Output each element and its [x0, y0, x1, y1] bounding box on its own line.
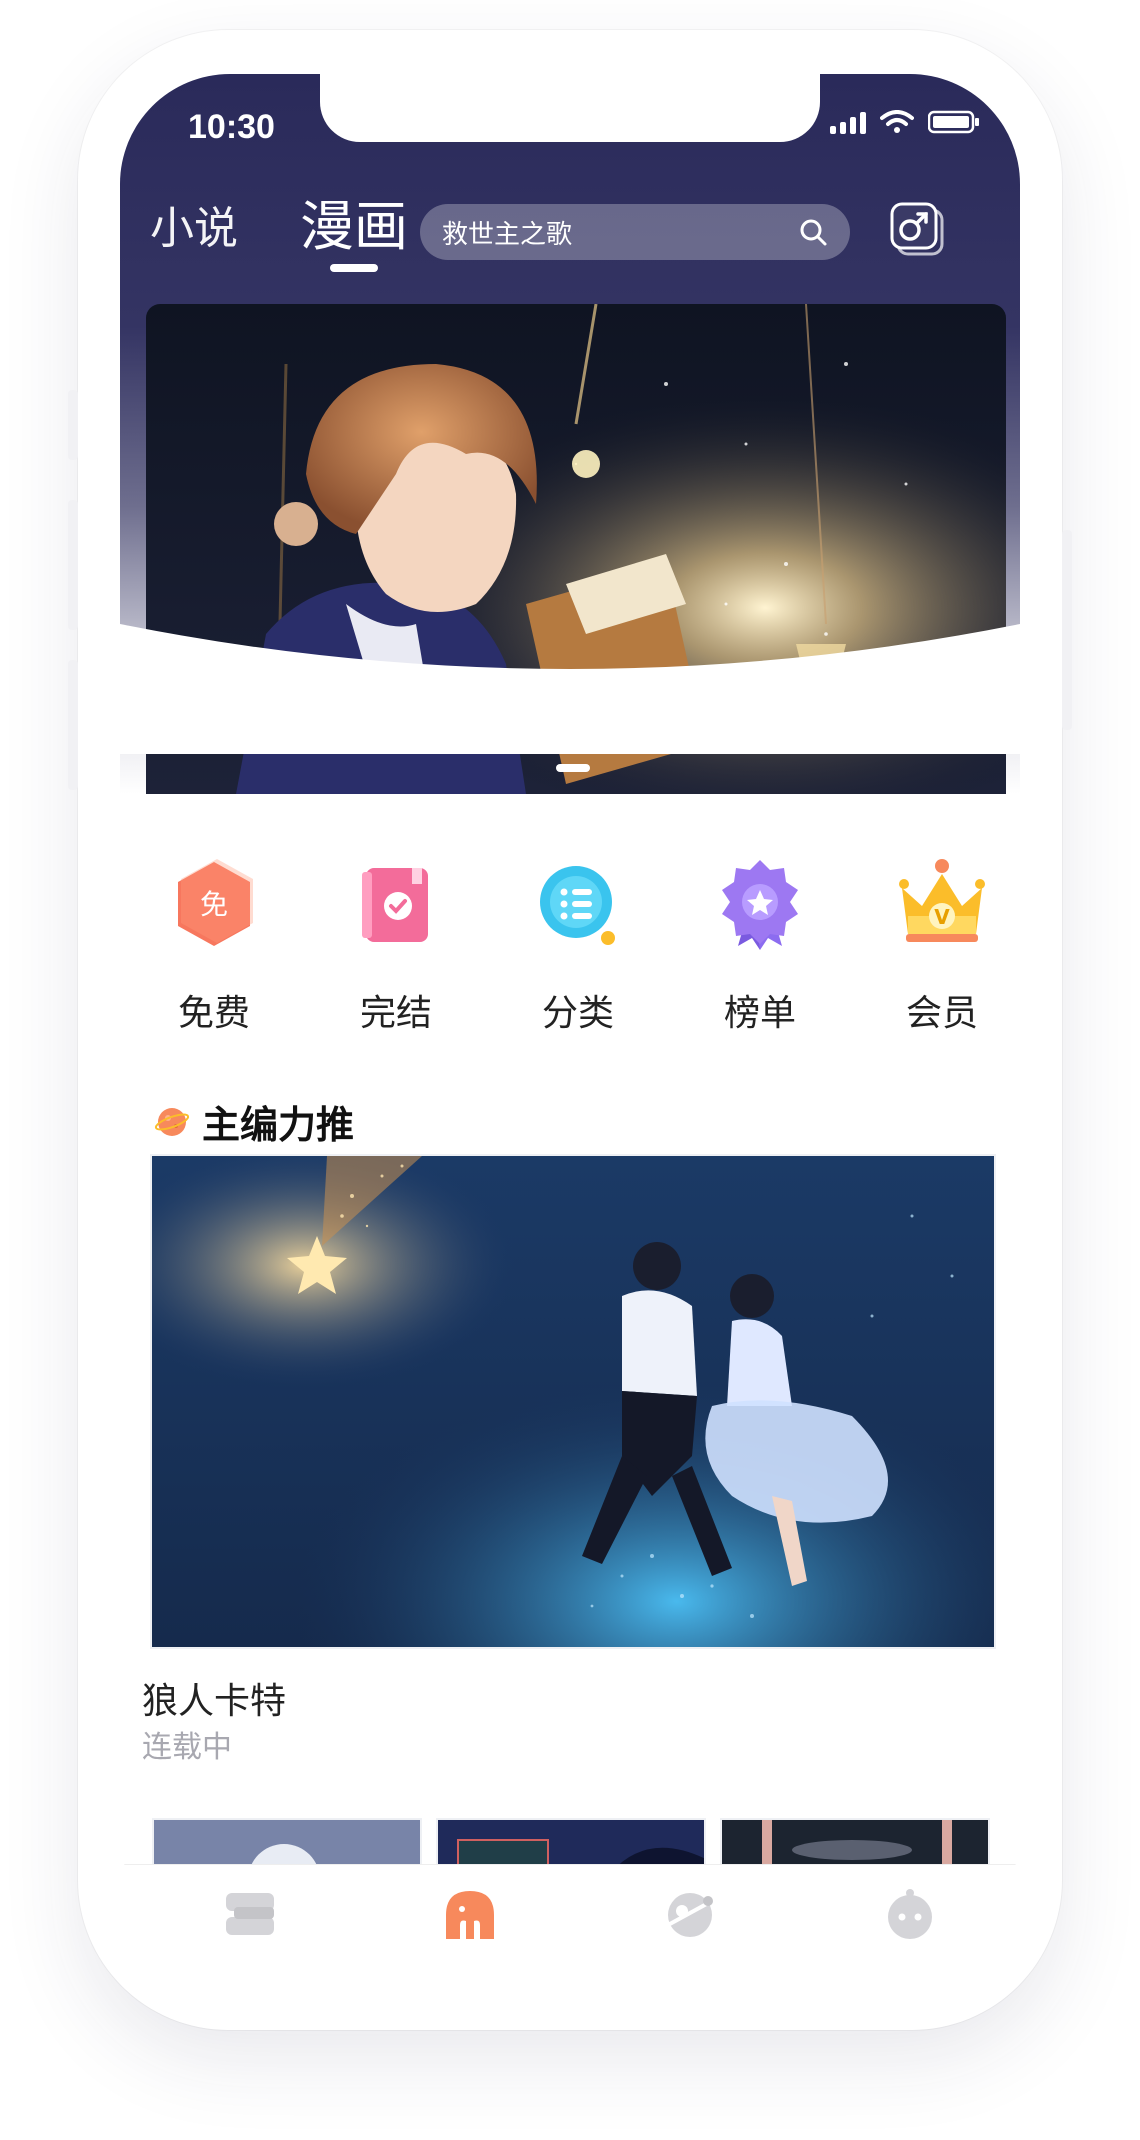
search-icon[interactable] [798, 217, 828, 247]
tab-novel[interactable]: 小说 [150, 192, 238, 256]
category-list-icon [540, 866, 615, 945]
category-label: 免费 [177, 993, 250, 1034]
search-bar[interactable]: 救世主之歌 [420, 204, 850, 260]
wifi-icon [880, 110, 914, 133]
profile-icon [888, 1889, 932, 1939]
featured-comic-status: 连载中 [142, 1730, 232, 1765]
free-icon-text: 免 [200, 888, 228, 921]
tab-comic[interactable]: 漫画 [300, 182, 408, 261]
featured-comic-cover[interactable] [150, 1154, 996, 1649]
vip-crown-icon: V [899, 859, 985, 942]
vip-icon-text: V [934, 905, 950, 929]
bottom-tab-bar: 书架 书城 发现 [120, 1864, 1020, 1944]
free-icon: 免 [178, 859, 253, 946]
category-label: 榜单 [723, 993, 796, 1034]
section-title: 主编力推 [202, 1103, 355, 1147]
featured-cover-illustration [152, 1156, 994, 1647]
male-icon[interactable] [890, 202, 946, 258]
tab-bookstore[interactable]: 书城 [390, 1887, 550, 1944]
power-button [1062, 530, 1072, 730]
section-header: 主编力推 [154, 1094, 354, 1149]
category-row: 免 免费 完结 分类 榜单 V 会员 [120, 854, 1020, 1034]
tab-profile[interactable]: 我的 [830, 1887, 990, 1944]
category-label: 会员 [905, 993, 978, 1034]
discover-icon [667, 1893, 713, 1937]
phone-frame: 10:30 小说 漫画 救世主之歌 免 免费 完结 分类 榜单 V 会员 主编力… [68, 30, 1072, 2030]
category-vip[interactable]: V 会员 [872, 854, 1012, 1036]
banner-page-indicator [556, 764, 590, 772]
app-screen: 10:30 小说 漫画 救世主之歌 免 免费 完结 分类 榜单 V 会员 主编力… [120, 74, 1020, 1944]
ranking-badge-icon [722, 860, 798, 950]
category-label: 完结 [359, 993, 432, 1034]
tab-discover[interactable]: 发现 [610, 1887, 770, 1944]
tab-bookshelf[interactable]: 书架 [170, 1887, 330, 1944]
bookshelf-icon [226, 1893, 274, 1935]
volume-down-button [68, 660, 78, 790]
completed-book-icon [362, 868, 428, 942]
signal-icon [830, 110, 866, 134]
active-tab-indicator [330, 264, 378, 272]
status-icons [830, 110, 980, 134]
banner-curve [120, 624, 1020, 754]
category-free[interactable]: 免 免费 [144, 854, 284, 1036]
bookstore-icon [446, 1891, 494, 1939]
status-time: 10:30 [188, 108, 275, 146]
category-completed[interactable]: 完结 [326, 854, 466, 1036]
category-label: 分类 [541, 993, 614, 1034]
notch [320, 74, 820, 142]
planet-icon [154, 1107, 190, 1136]
category-classify[interactable]: 分类 [508, 854, 648, 1036]
search-input[interactable]: 救世主之歌 [442, 214, 798, 251]
category-ranking[interactable]: 榜单 [690, 854, 830, 1036]
battery-icon [928, 110, 979, 134]
featured-comic-title[interactable]: 狼人卡特 [142, 1672, 286, 1724]
mute-switch [68, 390, 78, 460]
volume-up-button [68, 500, 78, 630]
